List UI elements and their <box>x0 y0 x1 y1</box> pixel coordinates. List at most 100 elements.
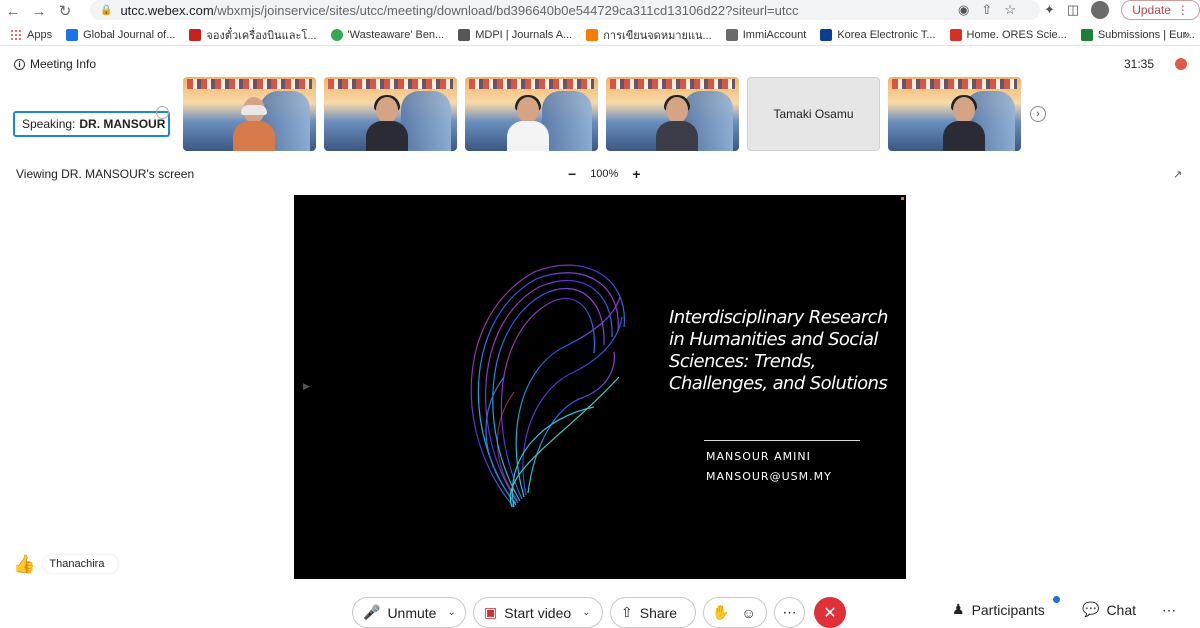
slide-banner <box>892 79 1017 89</box>
chevron-right-icon: › <box>1036 108 1040 120</box>
slide-banner <box>610 79 735 89</box>
slide-banner <box>328 79 453 89</box>
participant-name-tile[interactable]: Tamaki Osamu <box>747 77 880 151</box>
fit-screen-icon[interactable]: ↗ <box>1173 168 1182 181</box>
unmute-button[interactable]: 🎤 Unmute ⌄ <box>352 597 466 628</box>
slide-email: MANSOUR@USM.MY <box>706 470 832 483</box>
chat-icon: 💬 <box>1082 601 1100 617</box>
participants-notification-dot <box>1053 596 1060 603</box>
browser-toolbar: ← → ↻ 🔒 utcc.webex.com /wbxmjs/joinservi… <box>0 0 1200 22</box>
zoom-controls: − 100% + <box>568 166 641 182</box>
bookmark-item[interactable]: ImmiAccount <box>725 28 806 41</box>
profile-avatar[interactable] <box>1091 1 1110 19</box>
building-background <box>401 91 451 151</box>
meeting-controls: 🎤 Unmute ⌄ ▣ Start video ⌄ ⇧ Share ✋ ☺ ⋯… <box>0 596 1200 628</box>
chevron-down-icon[interactable]: ⌄ <box>447 607 455 618</box>
camera-icon[interactable]: ◉ <box>958 2 969 18</box>
bookmark-favicon <box>189 28 202 41</box>
zoom-in-button[interactable]: + <box>632 166 640 182</box>
bookmark-item[interactable]: Global Journal of... <box>66 28 175 41</box>
zoom-out-button[interactable]: − <box>568 166 576 182</box>
url-host: utcc.webex.com <box>120 2 214 18</box>
lock-icon: 🔒 <box>100 4 113 16</box>
close-icon: ✕ <box>823 604 837 622</box>
slide-author: MANSOUR AMINI <box>706 450 811 463</box>
slide-divider <box>704 440 860 441</box>
participants-button[interactable]: ♟ Participants <box>952 601 1045 618</box>
bookmark-item[interactable]: Home. ORES Scie... <box>949 28 1067 41</box>
update-button[interactable]: Update ⋮ <box>1121 0 1200 20</box>
participant-figure <box>507 95 549 151</box>
panel-more-icon[interactable]: ⋯ <box>1162 602 1176 619</box>
start-video-button[interactable]: ▣ Start video ⌄ <box>473 597 603 628</box>
bookmark-item[interactable]: Korea Electronic T... <box>820 28 936 41</box>
bookmark-item[interactable]: MDPI | Journals A... <box>458 28 572 41</box>
chat-button[interactable]: 💬 Chat <box>1082 601 1136 618</box>
participants-icon: ♟ <box>952 601 965 617</box>
extensions-icon[interactable]: ✦ <box>1044 2 1055 18</box>
active-speaker-label: Speaking: DR. MANSOUR <box>13 111 170 137</box>
light-streak-graphic <box>470 264 625 508</box>
bookmark-favicon <box>458 28 471 41</box>
slide-banner <box>187 79 312 89</box>
video-off-icon: ▣ <box>484 604 498 620</box>
meeting-timer: 31:35 <box>1124 57 1155 71</box>
slide-banner <box>469 79 594 89</box>
bookmark-favicon <box>586 28 599 41</box>
share-screen-icon: ⇧ <box>621 604 633 620</box>
mouse-cursor-icon: ▶ <box>303 381 310 391</box>
slide-title: Interdisciplinary Research in Humanities… <box>669 307 888 394</box>
bookmarks-bar: Apps Global Journal of... จองตั๋วเครื่อง… <box>0 24 1200 46</box>
bookmark-item[interactable]: จองตั๋วเครื่องบินและโ... <box>189 26 317 44</box>
sidepanel-icon[interactable]: ◫ <box>1067 2 1079 18</box>
emoji-reaction-icon[interactable]: ☺ <box>741 605 755 621</box>
recording-icon[interactable] <box>1175 58 1187 70</box>
meeting-info-button[interactable]: i Meeting Info <box>14 57 96 71</box>
zoom-level: 100% <box>590 168 619 180</box>
chevron-down-icon[interactable]: ⌄ <box>582 607 590 618</box>
participant-video[interactable] <box>606 77 739 151</box>
participant-video[interactable] <box>324 77 457 151</box>
bookmark-favicon <box>725 28 738 41</box>
bookmarks-overflow-icon[interactable]: » <box>1184 29 1190 41</box>
slide-corner-marker <box>901 197 904 200</box>
bookmark-favicon <box>820 28 833 41</box>
raise-hand-icon[interactable]: ✋ <box>712 604 729 621</box>
bookmark-favicon <box>949 28 962 41</box>
building-background <box>542 91 592 151</box>
slide-author-block: MANSOUR AMINI MANSOUR@USM.MY <box>706 447 832 487</box>
bookmark-item[interactable]: 'Wasteaware' Ben... <box>330 28 444 41</box>
participant-figure <box>366 95 408 151</box>
shared-screen: Interdisciplinary Research in Humanities… <box>294 195 906 579</box>
next-participants-button[interactable]: › <box>1030 106 1046 122</box>
participant-video[interactable] <box>888 77 1021 151</box>
info-icon: i <box>14 58 25 70</box>
star-icon[interactable]: ☆ <box>1004 2 1016 18</box>
bookmark-apps[interactable]: Apps <box>10 28 52 41</box>
end-call-button[interactable]: ✕ <box>814 597 846 628</box>
more-options-button[interactable]: ⋯ <box>774 597 805 628</box>
viewing-screen-label: Viewing DR. MANSOUR's screen <box>16 167 195 181</box>
bookmark-favicon <box>1080 28 1093 41</box>
reactions-group: ✋ ☺ <box>703 597 767 628</box>
reaction-name: Thanachira <box>43 555 119 573</box>
bookmark-item[interactable]: Submissions | Eur... <box>1080 28 1195 41</box>
share-page-icon[interactable]: ⇧ <box>981 2 992 18</box>
participant-video[interactable] <box>183 77 316 151</box>
share-button[interactable]: ⇧ Share <box>610 597 696 628</box>
participant-figure <box>943 95 985 151</box>
participant-strip: Tamaki Osamu <box>183 77 1021 151</box>
reload-icon[interactable]: ↻ <box>52 1 78 21</box>
forward-icon[interactable]: → <box>26 1 52 21</box>
bookmark-favicon <box>66 28 79 41</box>
apps-grid-icon <box>10 28 22 41</box>
participant-video[interactable] <box>465 77 598 151</box>
url-path: /wbxmjs/joinservice/sites/utcc/meeting/d… <box>213 2 799 18</box>
reaction-toast: 👍 Thanachira <box>13 553 119 575</box>
bookmark-item[interactable]: การเขียนจดหมายแน... <box>586 26 712 44</box>
address-bar[interactable]: 🔒 utcc.webex.com /wbxmjs/joinservice/sit… <box>90 0 1040 20</box>
participant-figure <box>656 95 698 151</box>
bookmark-favicon <box>330 28 343 41</box>
back-icon[interactable]: ← <box>0 1 26 21</box>
thumbs-scroll-indicator <box>156 106 169 119</box>
